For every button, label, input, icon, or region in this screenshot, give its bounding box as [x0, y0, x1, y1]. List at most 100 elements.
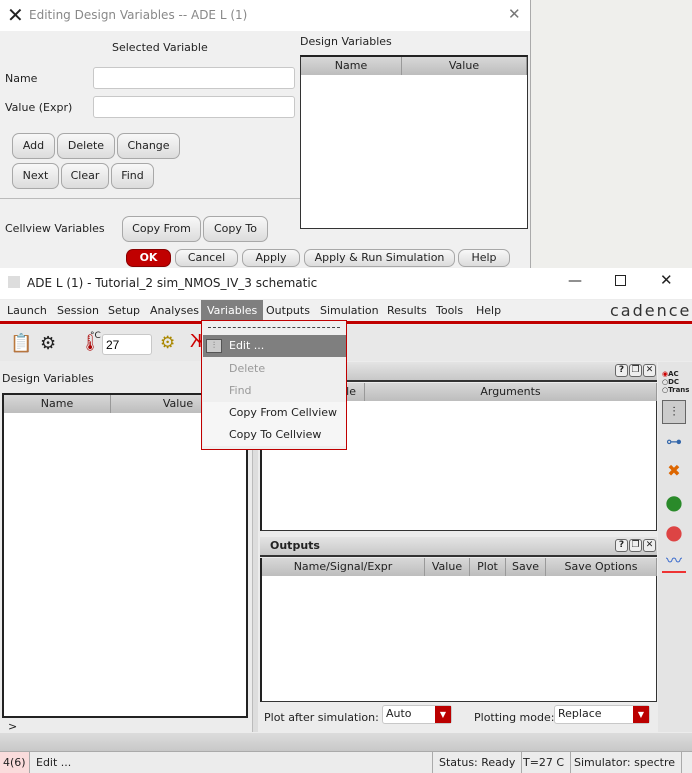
plotting-mode-select[interactable]: Replace ▼ [554, 705, 650, 724]
cellview-variables-label: Cellview Variables [5, 222, 105, 235]
tear-off-line[interactable] [208, 327, 340, 328]
close-icon[interactable]: ✕ [508, 5, 521, 23]
design-variables-label: Design Variables [2, 372, 94, 385]
status-message: Edit ... [36, 756, 72, 769]
temp-unit: °C [90, 331, 101, 341]
delete-button[interactable]: Delete [57, 133, 115, 159]
float-icon[interactable]: ❐ [629, 364, 642, 377]
column-plot[interactable]: Plot [470, 558, 506, 576]
chevron-down-icon: ▼ [633, 706, 649, 723]
main-titlebar: ADE L (1) - Tutorial_2 sim_NMOS_IV_3 sch… [0, 268, 692, 299]
close-panel-icon[interactable]: ✕ [643, 539, 656, 552]
menu-results[interactable]: Results [387, 304, 427, 317]
delete-icon[interactable]: ✖ [662, 459, 686, 483]
column-save-options[interactable]: Save Options [546, 558, 657, 576]
menu-item-label: Edit ... [229, 339, 265, 352]
menu-launch[interactable]: Launch [7, 304, 47, 317]
design-variables-table[interactable]: Name Value [300, 55, 528, 229]
help-icon[interactable]: ? [615, 539, 628, 552]
cadence-logo: cadence [610, 301, 692, 320]
plotting-mode-label: Plotting mode: [474, 711, 555, 724]
variables-dropdown: ⫶ Edit ... Delete Find Copy From Cellvie… [201, 320, 347, 450]
value-input[interactable] [93, 96, 295, 118]
run-simulation-icon[interactable]: ● [662, 490, 686, 514]
dialog-titlebar: ✕ Editing Design Variables -- ADE L (1) … [0, 0, 530, 31]
change-button[interactable]: Change [117, 133, 180, 159]
netlist-icon[interactable]: ⚙ [160, 333, 175, 353]
float-icon[interactable]: ❐ [629, 539, 642, 552]
column-save[interactable]: Save [506, 558, 546, 576]
status-count: 4(6) [0, 752, 30, 773]
plot-after-select[interactable]: Auto ▼ [382, 705, 452, 724]
ok-button[interactable]: OK [126, 249, 171, 267]
menu-item-copy-from-cellview[interactable]: Copy From Cellview [203, 402, 346, 424]
apply-button[interactable]: Apply [242, 249, 300, 267]
menu-outputs[interactable]: Outputs [266, 304, 310, 317]
menu-setup[interactable]: Setup [108, 304, 140, 317]
column-value[interactable]: Value [425, 558, 470, 576]
outputs-panel-header: Outputs ? ❐ ✕ [260, 537, 657, 557]
divider [0, 198, 300, 199]
status-temperature: T=27 C [517, 752, 572, 773]
outputs-table[interactable]: Name/Signal/Expr Value Plot Save Save Op… [260, 558, 657, 702]
menu-simulation[interactable]: Simulation [320, 304, 379, 317]
value-label: Value (Expr) [5, 101, 73, 114]
menu-session[interactable]: Session [57, 304, 99, 317]
open-settings-icon[interactable]: ⚙ [40, 333, 56, 354]
close-panel-icon[interactable]: ✕ [643, 364, 656, 377]
apply-run-button[interactable]: Apply & Run Simulation [304, 249, 455, 267]
launch-icon[interactable]: 📋 [10, 333, 32, 354]
status-ready: Status: Ready [432, 752, 523, 773]
menu-help[interactable]: Help [476, 304, 501, 317]
radio-ac[interactable]: ◉AC [662, 370, 689, 378]
copy-to-button[interactable]: Copy To [203, 216, 268, 242]
chevron-down-icon: ▼ [435, 706, 451, 723]
maximize-button[interactable] [615, 275, 626, 286]
minimize-button[interactable]: — [568, 273, 582, 289]
help-button[interactable]: Help [458, 249, 510, 267]
copy-from-button[interactable]: Copy From [122, 216, 201, 242]
temperature-input[interactable] [102, 334, 152, 355]
window-title: ADE L (1) - Tutorial_2 sim_NMOS_IV_3 sch… [27, 276, 318, 290]
design-variables-heading: Design Variables [300, 35, 392, 48]
radio-dc[interactable]: ○DC [662, 378, 689, 386]
radio-trans[interactable]: ○Trans [662, 386, 689, 394]
analysis-radio-group[interactable]: ◉AC ○DC ○Trans [662, 370, 689, 394]
column-value[interactable]: Value [402, 57, 527, 75]
cancel-button[interactable]: Cancel [175, 249, 238, 267]
menu-item-delete[interactable]: Delete [203, 358, 346, 380]
app-icon [8, 276, 20, 288]
name-input[interactable] [93, 67, 295, 89]
setup-outputs-icon[interactable]: ⊶ [662, 430, 686, 454]
dialog-title: Editing Design Variables -- ADE L (1) [29, 8, 248, 22]
column-name-signal-expr[interactable]: Name/Signal/Expr [262, 558, 425, 576]
menu-analyses[interactable]: Analyses [150, 304, 199, 317]
name-label: Name [5, 72, 38, 85]
help-icon[interactable]: ? [615, 364, 628, 377]
edit-variables-dialog: ✕ Editing Design Variables -- ADE L (1) … [0, 0, 531, 268]
status-bar: 4(6) Edit ... Status: Ready T=27 C Simul… [0, 751, 692, 773]
plot-after-label: Plot after simulation: [264, 711, 379, 724]
column-name[interactable]: Name [301, 57, 402, 75]
plot-after-value: Auto [386, 707, 412, 720]
add-button[interactable]: Add [12, 133, 55, 159]
close-button[interactable]: ✕ [660, 271, 673, 289]
menu-tools[interactable]: Tools [436, 304, 463, 317]
next-button[interactable]: Next [12, 163, 59, 189]
edit-variables-icon: ⫶ [206, 339, 222, 353]
stop-simulation-icon[interactable]: ● [662, 520, 686, 544]
menu-item-copy-to-cellview[interactable]: Copy To Cellview [203, 424, 346, 446]
menu-variables[interactable]: Variables [201, 300, 264, 321]
horizontal-scrollbar[interactable] [0, 733, 692, 751]
command-prompt[interactable]: > [8, 720, 17, 733]
menu-item-find[interactable]: Find [203, 380, 346, 402]
edit-variables-icon[interactable]: ⫶ [662, 400, 686, 424]
column-name[interactable]: Name [4, 395, 111, 413]
find-button[interactable]: Find [111, 163, 154, 189]
column-arguments[interactable]: Arguments [365, 383, 657, 401]
clear-button[interactable]: Clear [61, 163, 109, 189]
plotting-mode-value: Replace [558, 707, 602, 720]
plot-outputs-icon[interactable]: 〰 [662, 549, 686, 573]
menu-item-edit[interactable]: ⫶ Edit ... [203, 335, 346, 357]
outputs-title: Outputs [270, 539, 320, 552]
